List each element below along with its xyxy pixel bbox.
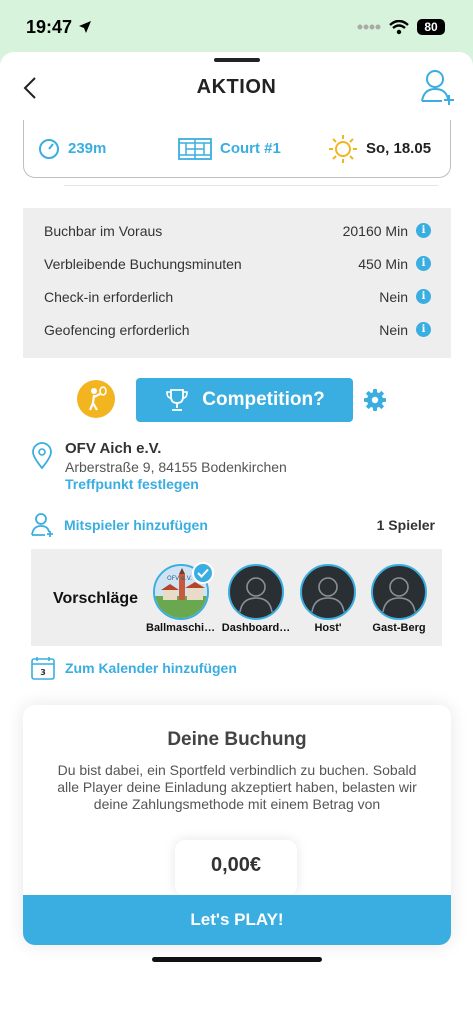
suggestion-name: Gast-Berg [372, 622, 426, 634]
detail-row: Verbleibende Buchungsminuten 450 Min i [44, 247, 431, 280]
checkmark-icon [197, 568, 209, 578]
add-player-link[interactable]: Mitspieler hinzufügen [30, 512, 208, 538]
suggestion-ballmaschine[interactable]: OFV e.V. Ballmaschine [146, 562, 216, 634]
detail-value: Nein [379, 288, 408, 305]
distance-value: 239m [68, 140, 107, 157]
add-to-calendar-label: Zum Kalender hinzufügen [65, 660, 237, 676]
detail-value: 20160 Min [342, 222, 408, 239]
add-player-icon [31, 513, 53, 537]
add-person-button[interactable] [419, 68, 455, 106]
suggestion-gast-berg[interactable]: Gast-Berg [364, 564, 434, 634]
info-icon[interactable]: i [416, 256, 431, 271]
detail-row: Buchbar im Voraus 20160 Min i [44, 214, 431, 247]
detail-label: Verbleibende Buchungsminuten [44, 255, 242, 272]
divider [64, 185, 438, 186]
add-to-calendar-link[interactable]: 3 Zum Kalender hinzufügen [31, 656, 237, 680]
svg-text:OFV e.V.: OFV e.V. [167, 575, 192, 582]
player-count: 1 Spieler [376, 517, 435, 533]
venue-name: OFV Aich e.V. [65, 440, 162, 457]
status-time-text: 19:47 [26, 16, 73, 37]
suggestion-name: Ballmaschine [146, 622, 216, 634]
user-avatar [300, 564, 356, 620]
trophy-icon [166, 389, 189, 411]
booking-details: Buchbar im Voraus 20160 Min i Verbleiben… [23, 208, 451, 358]
modal-sheet: AKTION 239m Court #1 So, 18.05 Buchbar i… [0, 52, 473, 1024]
court-value: Court #1 [220, 140, 281, 157]
detail-value-wrap: Nein i [379, 289, 431, 305]
user-avatar [228, 564, 284, 620]
distance-gauge-icon [39, 138, 59, 159]
booking-summary-card: 239m Court #1 So, 18.05 [23, 120, 451, 178]
date-value: So, 18.05 [366, 140, 432, 157]
lets-play-button[interactable]: Let's PLAY! [23, 895, 451, 945]
detail-value-wrap: Nein i [379, 322, 431, 338]
venue-address: Arberstraße 9, 84155 Bodenkirchen [65, 459, 287, 475]
location-arrow-icon [79, 21, 92, 33]
sheet-grabber[interactable] [214, 58, 260, 62]
add-player-label: Mitspieler hinzufügen [64, 517, 208, 533]
info-icon[interactable]: i [416, 223, 431, 238]
detail-label: Check-in erforderlich [44, 288, 174, 305]
detail-label: Buchbar im Voraus [44, 222, 163, 239]
price-display: 0,00€ [175, 840, 297, 896]
settings-button[interactable] [363, 388, 387, 412]
court-info: Court #1 [178, 137, 328, 160]
person-silhouette-icon [382, 577, 416, 613]
suggestion-host[interactable]: Host' [293, 564, 363, 634]
battery-indicator: 80 [417, 19, 445, 35]
suggestion-name: Host' [314, 622, 342, 634]
add-person-icon [421, 70, 454, 105]
suggestions-panel: Vorschläge OFV e.V. Ballmaschine Dashboa… [31, 549, 442, 646]
tennis-player-badge[interactable] [77, 380, 115, 418]
distance-info: 239m [38, 138, 178, 160]
set-meeting-point-link[interactable]: Treffpunkt festlegen [65, 476, 199, 492]
tennis-player-icon [88, 386, 107, 411]
status-bar: 19:47 80 [0, 0, 473, 54]
cellular-signal-icon [357, 24, 381, 30]
court-icon [178, 137, 212, 160]
info-icon[interactable]: i [416, 289, 431, 304]
user-avatar [371, 564, 427, 620]
suggestions-label: Vorschläge [53, 590, 139, 607]
competition-button[interactable]: Competition? [136, 378, 353, 422]
detail-label: Geofencing erforderlich [44, 321, 190, 338]
detail-value-wrap: 20160 Min i [343, 223, 431, 239]
status-time: 19:47 [26, 17, 92, 38]
competition-label: Competition? [202, 389, 325, 410]
person-silhouette-icon [311, 577, 345, 613]
detail-value: 450 Min [358, 255, 408, 272]
nav-bar: AKTION [0, 66, 473, 110]
suggestion-name: Dashboard… [221, 622, 291, 634]
booking-title: Deine Buchung [167, 729, 307, 750]
suggestion-dashboard[interactable]: Dashboard… [221, 564, 291, 634]
home-indicator [152, 957, 322, 962]
detail-row: Check-in erforderlich Nein i [44, 280, 431, 313]
location-pin-icon [32, 442, 52, 470]
location-block: OFV Aich e.V. Arberstraße 9, 84155 Boden… [32, 440, 442, 494]
sun-icon [329, 134, 357, 163]
players-row: Mitspieler hinzufügen 1 Spieler [30, 512, 435, 538]
date-info: So, 18.05 [328, 134, 431, 164]
person-silhouette-icon [239, 577, 273, 613]
page-title: AKTION [196, 76, 277, 98]
detail-value-wrap: 450 Min i [358, 256, 431, 272]
detail-row: Geofencing erforderlich Nein i [44, 313, 431, 346]
detail-value: Nein [379, 321, 408, 338]
wifi-icon [389, 19, 409, 34]
calendar-day: 3 [40, 668, 46, 677]
booking-description: Du bist dabei, ein Sportfeld verbindlich… [57, 762, 417, 812]
booking-card: Deine Buchung Du bist dabei, ein Sportfe… [23, 705, 451, 945]
status-indicators: 80 [357, 19, 445, 35]
calendar-icon: 3 [31, 657, 55, 680]
info-icon[interactable]: i [416, 322, 431, 337]
gear-icon [364, 389, 386, 411]
competition-row: Competition? [0, 378, 473, 424]
selected-check [192, 562, 214, 584]
